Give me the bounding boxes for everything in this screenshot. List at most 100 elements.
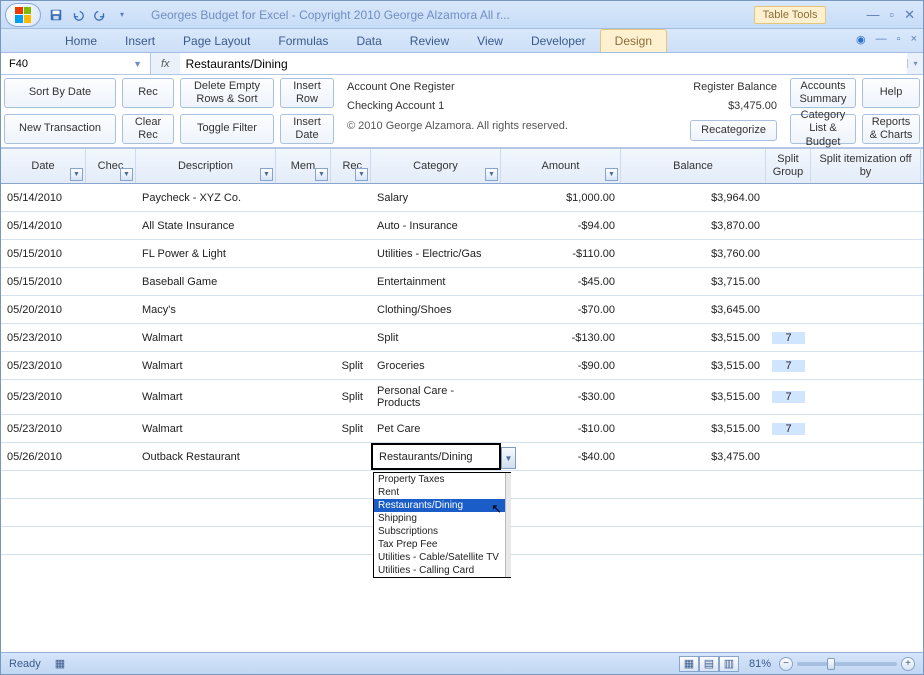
- new-transaction-button[interactable]: New Transaction: [4, 114, 116, 144]
- cell[interactable]: Salary: [371, 184, 501, 211]
- cell[interactable]: [766, 212, 811, 239]
- cell[interactable]: [766, 296, 811, 323]
- close-button[interactable]: ✕: [904, 7, 915, 23]
- cell[interactable]: 7: [766, 324, 811, 351]
- table-row[interactable]: 05/23/2010WalmartSplit-$130.00$3,515.007: [1, 324, 923, 352]
- zoom-in-button[interactable]: +: [901, 657, 915, 671]
- cell[interactable]: -$130.00: [501, 324, 621, 351]
- col-category[interactable]: Category▼: [371, 149, 501, 183]
- cell[interactable]: $3,645.00: [621, 296, 766, 323]
- cell[interactable]: Utilities - Electric/Gas: [371, 240, 501, 267]
- cell[interactable]: 7: [766, 380, 811, 414]
- cell[interactable]: [86, 380, 136, 414]
- ribbon-close-icon[interactable]: ×: [911, 33, 917, 46]
- cell[interactable]: [331, 443, 371, 470]
- zoom-thumb[interactable]: [827, 658, 835, 670]
- reports-charts-button[interactable]: Reports & Charts: [862, 114, 920, 144]
- cell[interactable]: Paycheck - XYZ Co.: [136, 184, 276, 211]
- cell[interactable]: [811, 268, 921, 295]
- cell[interactable]: $3,870.00: [621, 212, 766, 239]
- tab-insert[interactable]: Insert: [111, 30, 169, 52]
- cell[interactable]: [276, 296, 331, 323]
- cell[interactable]: Entertainment: [371, 268, 501, 295]
- cell[interactable]: FL Power & Light: [136, 240, 276, 267]
- cell[interactable]: [276, 268, 331, 295]
- ribbon-minimize-icon[interactable]: —: [876, 33, 887, 46]
- col-memo[interactable]: Mem▼: [276, 149, 331, 183]
- cell[interactable]: -$110.00: [501, 240, 621, 267]
- filter-icon[interactable]: ▼: [315, 168, 328, 181]
- toggle-filter-button[interactable]: Toggle Filter: [180, 114, 274, 144]
- col-date[interactable]: Date▼: [1, 149, 86, 183]
- cell[interactable]: [811, 184, 921, 211]
- cell-dropdown-button[interactable]: ▼: [501, 447, 516, 469]
- cell[interactable]: Personal Care - Products: [371, 380, 501, 414]
- page-break-view-button[interactable]: ▥: [719, 656, 739, 672]
- active-category-cell[interactable]: Restaurants/Dining▼Property TaxesRentRes…: [371, 443, 501, 470]
- cell[interactable]: 05/14/2010: [1, 212, 86, 239]
- cell[interactable]: -$40.00: [501, 443, 621, 470]
- tab-page-layout[interactable]: Page Layout: [169, 30, 264, 52]
- filter-icon[interactable]: ▼: [485, 168, 498, 181]
- cell[interactable]: Walmart: [136, 352, 276, 379]
- sort-by-date-button[interactable]: Sort By Date: [4, 78, 116, 108]
- tab-view[interactable]: View: [463, 30, 517, 52]
- cell[interactable]: 7: [766, 415, 811, 442]
- restore-button[interactable]: ▫: [889, 7, 894, 23]
- macro-record-icon[interactable]: ▦: [55, 657, 65, 670]
- clear-rec-button[interactable]: Clear Rec: [122, 114, 174, 144]
- accounts-summary-button[interactable]: Accounts Summary: [790, 78, 856, 108]
- category-list-button[interactable]: Category List & Budget: [790, 114, 856, 144]
- cell[interactable]: [766, 268, 811, 295]
- formula-input[interactable]: Restaurants/Dining: [180, 53, 907, 74]
- help-icon[interactable]: ◉: [856, 33, 866, 46]
- cell[interactable]: [276, 352, 331, 379]
- cell[interactable]: [331, 212, 371, 239]
- undo-icon[interactable]: [69, 6, 87, 24]
- tab-formulas[interactable]: Formulas: [264, 30, 342, 52]
- cell[interactable]: [811, 240, 921, 267]
- cell[interactable]: 05/23/2010: [1, 415, 86, 442]
- cell[interactable]: $3,515.00: [621, 380, 766, 414]
- cell[interactable]: [276, 415, 331, 442]
- cell[interactable]: 05/23/2010: [1, 380, 86, 414]
- cell[interactable]: [276, 443, 331, 470]
- cell[interactable]: Walmart: [136, 380, 276, 414]
- cell[interactable]: [331, 184, 371, 211]
- cell[interactable]: -$94.00: [501, 212, 621, 239]
- cell[interactable]: 05/26/2010: [1, 443, 86, 470]
- col-split-group[interactable]: Split Group: [766, 149, 811, 183]
- cell[interactable]: $3,715.00: [621, 268, 766, 295]
- cell[interactable]: All State Insurance: [136, 212, 276, 239]
- save-icon[interactable]: [47, 6, 65, 24]
- cell[interactable]: Split: [371, 324, 501, 351]
- cell[interactable]: Groceries: [371, 352, 501, 379]
- cell[interactable]: [86, 324, 136, 351]
- cell[interactable]: Outback Restaurant: [136, 443, 276, 470]
- cell[interactable]: $1,000.00: [501, 184, 621, 211]
- fx-icon[interactable]: fx: [151, 58, 180, 70]
- cell[interactable]: [766, 443, 811, 470]
- cell[interactable]: $3,964.00: [621, 184, 766, 211]
- cell[interactable]: Macy's: [136, 296, 276, 323]
- dropdown-option[interactable]: Subscriptions: [374, 525, 510, 538]
- cell[interactable]: [86, 212, 136, 239]
- office-button[interactable]: [5, 3, 41, 27]
- cell[interactable]: 05/23/2010: [1, 352, 86, 379]
- cell[interactable]: [86, 240, 136, 267]
- filter-icon[interactable]: ▼: [260, 168, 273, 181]
- cell[interactable]: [766, 184, 811, 211]
- delete-empty-rows-button[interactable]: Delete Empty Rows & Sort: [180, 78, 274, 108]
- cell[interactable]: Auto - Insurance: [371, 212, 501, 239]
- rec-button[interactable]: Rec: [122, 78, 174, 108]
- cell[interactable]: 05/20/2010: [1, 296, 86, 323]
- table-row[interactable]: 05/14/2010Paycheck - XYZ Co.Salary$1,000…: [1, 184, 923, 212]
- dropdown-option[interactable]: Utilities - Cable/Satellite TV: [374, 551, 510, 564]
- filter-icon[interactable]: ▼: [605, 168, 618, 181]
- dropdown-option[interactable]: Rent: [374, 486, 510, 499]
- minimize-button[interactable]: —: [866, 7, 879, 23]
- cell[interactable]: 05/23/2010: [1, 324, 86, 351]
- cell[interactable]: $3,760.00: [621, 240, 766, 267]
- cell[interactable]: 7: [766, 352, 811, 379]
- ribbon-restore-icon[interactable]: ▫: [897, 33, 901, 46]
